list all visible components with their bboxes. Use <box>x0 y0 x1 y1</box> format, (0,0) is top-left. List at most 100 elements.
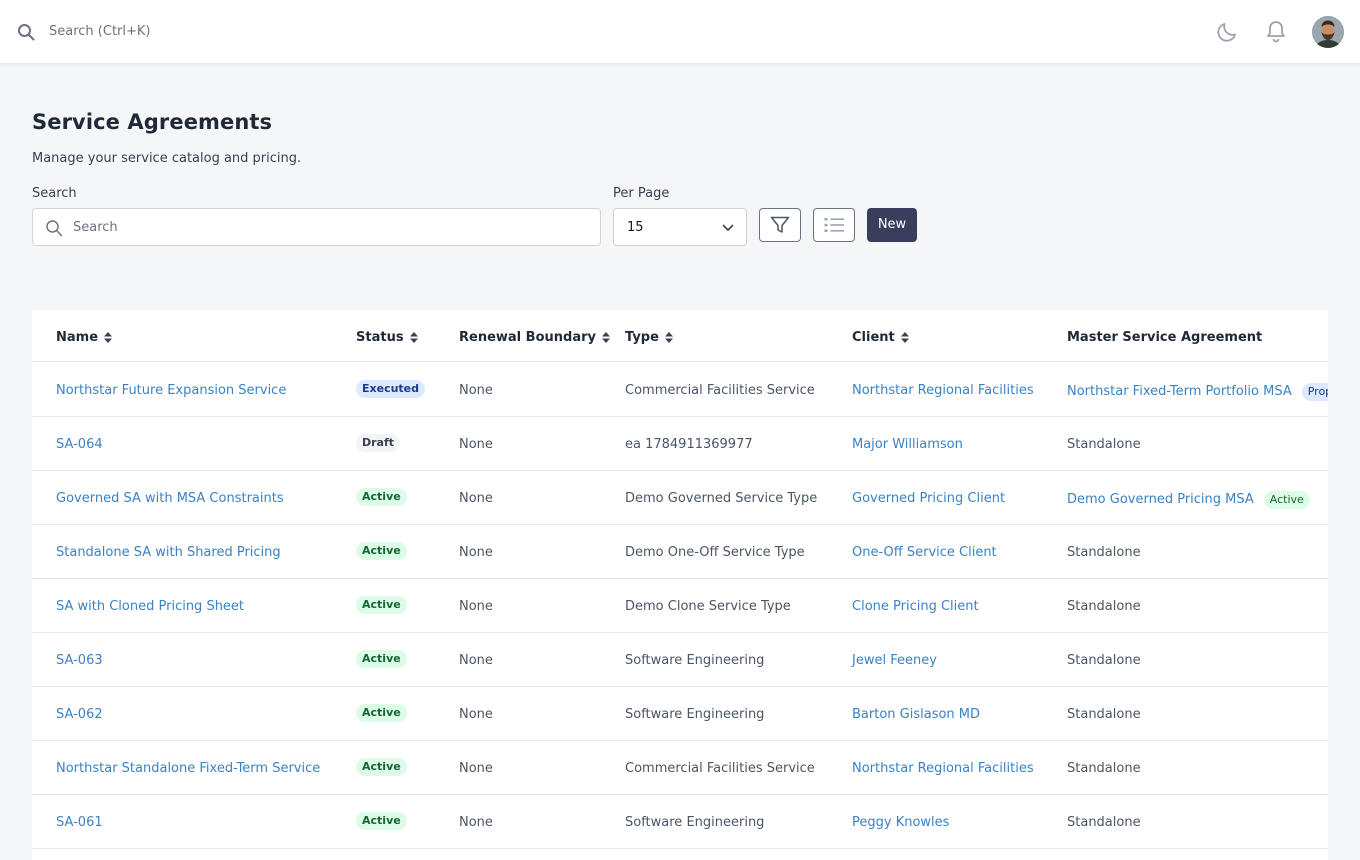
filter-icon <box>770 216 790 233</box>
renewal-boundary-cell: None <box>459 491 493 506</box>
agreement-name-link[interactable]: Standalone SA with Shared Pricing <box>56 545 281 560</box>
per-page-value: 15 <box>627 220 644 235</box>
type-cell: Demo One-Off Service Type <box>625 545 805 560</box>
column-header-name[interactable]: Name <box>56 330 113 345</box>
agreement-name-link[interactable]: Northstar Future Expansion Service <box>56 383 286 398</box>
type-cell: Software Engineering <box>625 707 765 722</box>
page-subtitle: Manage your service catalog and pricing. <box>32 151 302 166</box>
per-page-select[interactable]: 15 <box>613 208 747 246</box>
status-badge: Active <box>356 596 407 614</box>
sort-icon <box>664 332 673 343</box>
renewal-boundary-cell: None <box>459 599 493 614</box>
table-row[interactable]: Northstar Standalone Fixed-Term Service A… <box>32 741 1328 795</box>
client-link[interactable]: Governed Pricing Client <box>852 491 1005 506</box>
type-cell: ea 1784911369977 <box>625 437 753 452</box>
client-link[interactable]: Peggy Knowles <box>852 815 949 830</box>
status-badge: Active <box>356 704 407 722</box>
msa-standalone-text: Standalone <box>1067 599 1141 614</box>
agreement-name-link[interactable]: SA with Cloned Pricing Sheet <box>56 599 244 614</box>
sort-icon <box>409 332 418 343</box>
agreement-name-link[interactable]: SA-062 <box>56 707 103 722</box>
status-badge: Active <box>356 488 407 506</box>
table-row[interactable]: SA-064 Draft None ea 1784911369977 Major Wil… <box>32 417 1328 471</box>
status-badge: Active <box>356 758 407 776</box>
renewal-boundary-cell: None <box>459 815 493 830</box>
sort-icon <box>601 332 610 343</box>
column-label: Master Service Agreement <box>1067 330 1263 345</box>
msa-link[interactable]: Northstar Fixed-Term Portfolio MSA <box>1067 384 1292 399</box>
renewal-boundary-cell: None <box>459 707 493 722</box>
client-link[interactable]: Major Williamson <box>852 437 963 452</box>
renewal-boundary-cell: None <box>459 437 493 452</box>
msa-cell: Standalone <box>1067 815 1141 830</box>
type-cell: Commercial Facilities Service <box>625 383 815 398</box>
column-header-type[interactable]: Type <box>625 330 673 345</box>
avatar[interactable] <box>1312 16 1344 48</box>
per-page-label: Per Page <box>613 186 670 201</box>
agreement-name-link[interactable]: SA-064 <box>56 437 103 452</box>
global-search-input[interactable]: Search (Ctrl+K) <box>49 24 151 39</box>
type-cell: Demo Governed Service Type <box>625 491 818 506</box>
msa-standalone-text: Standalone <box>1067 653 1141 668</box>
renewal-boundary-cell: None <box>459 761 493 776</box>
search-icon[interactable] <box>17 23 35 41</box>
search-field[interactable] <box>32 208 601 246</box>
list-view-button[interactable] <box>813 208 855 242</box>
column-header-client[interactable]: Client <box>852 330 909 345</box>
agreement-name-link[interactable]: Governed SA with MSA Constraints <box>56 491 284 506</box>
moon-icon[interactable] <box>1215 20 1239 44</box>
table-row[interactable]: SA-062 Active None Software Engineering Bart… <box>32 687 1328 741</box>
column-label: Type <box>625 330 659 345</box>
msa-status-badge: Proposed <box>1301 383 1328 401</box>
msa-cell: Standalone <box>1067 761 1141 776</box>
column-label: Status <box>356 330 404 345</box>
agreement-name-link[interactable]: SA-063 <box>56 653 103 668</box>
agreement-name-link[interactable]: SA-061 <box>56 815 103 830</box>
client-link[interactable]: Barton Gislason MD <box>852 707 980 722</box>
table-header: Name Status Renewal Boundary Type Client… <box>32 310 1328 362</box>
renewal-boundary-cell: None <box>459 545 493 560</box>
table-row[interactable]: SA-063 Active None Software Engineering Jewe… <box>32 633 1328 687</box>
client-link[interactable]: Northstar Regional Facilities <box>852 761 1034 776</box>
msa-cell: Standalone <box>1067 707 1141 722</box>
search-label: Search <box>32 186 77 201</box>
status-badge: Active <box>356 812 407 830</box>
type-cell: Demo Clone Service Type <box>625 599 791 614</box>
msa-standalone-text: Standalone <box>1067 545 1141 560</box>
client-link[interactable]: One-Off Service Client <box>852 545 997 560</box>
msa-standalone-text: Standalone <box>1067 761 1141 776</box>
client-link[interactable]: Clone Pricing Client <box>852 599 979 614</box>
page-title: Service Agreements <box>32 110 273 134</box>
column-header-status[interactable]: Status <box>356 330 418 345</box>
msa-cell: Standalone <box>1067 437 1141 452</box>
table-row[interactable]: Governed SA with MSA Constraints Active No… <box>32 471 1328 525</box>
status-badge: Active <box>356 542 407 560</box>
agreement-name-link[interactable]: Northstar Standalone Fixed-Term Service <box>56 761 320 776</box>
column-label: Name <box>56 330 99 345</box>
new-button[interactable]: New <box>867 208 917 242</box>
msa-link[interactable]: Demo Governed Pricing MSA <box>1067 492 1254 507</box>
renewal-boundary-cell: None <box>459 653 493 668</box>
table-row[interactable]: SA-061 Active None Software Engineering Pegg… <box>32 795 1328 849</box>
list-icon <box>824 218 844 232</box>
table-row[interactable]: SA with Cloned Pricing Sheet Active None De… <box>32 579 1328 633</box>
search-icon <box>46 220 63 237</box>
msa-cell: Standalone <box>1067 599 1141 614</box>
column-header-msa: Master Service Agreement <box>1067 330 1262 345</box>
filter-button[interactable] <box>759 208 801 242</box>
msa-cell: Demo Governed Pricing MSA Active <box>1067 491 1310 509</box>
table-row[interactable]: Standalone SA with Shared Pricing Active N… <box>32 525 1328 579</box>
top-bar: Search (Ctrl+K) <box>0 0 1360 64</box>
client-link[interactable]: Jewel Feeney <box>852 653 937 668</box>
column-label: Client <box>852 330 895 345</box>
service-agreements-table: Name Status Renewal Boundary Type Client… <box>32 310 1328 860</box>
type-cell: Commercial Facilities Service <box>625 761 815 776</box>
table-row[interactable]: Northstar Future Expansion Service Execut… <box>32 363 1328 417</box>
search-input[interactable] <box>73 209 573 245</box>
bell-icon[interactable] <box>1264 19 1288 45</box>
column-label: Renewal Boundary <box>459 330 596 345</box>
msa-cell: Standalone <box>1067 545 1141 560</box>
client-link[interactable]: Northstar Regional Facilities <box>852 383 1034 398</box>
msa-standalone-text: Standalone <box>1067 815 1141 830</box>
column-header-renewal-boundary[interactable]: Renewal Boundary <box>459 330 610 345</box>
